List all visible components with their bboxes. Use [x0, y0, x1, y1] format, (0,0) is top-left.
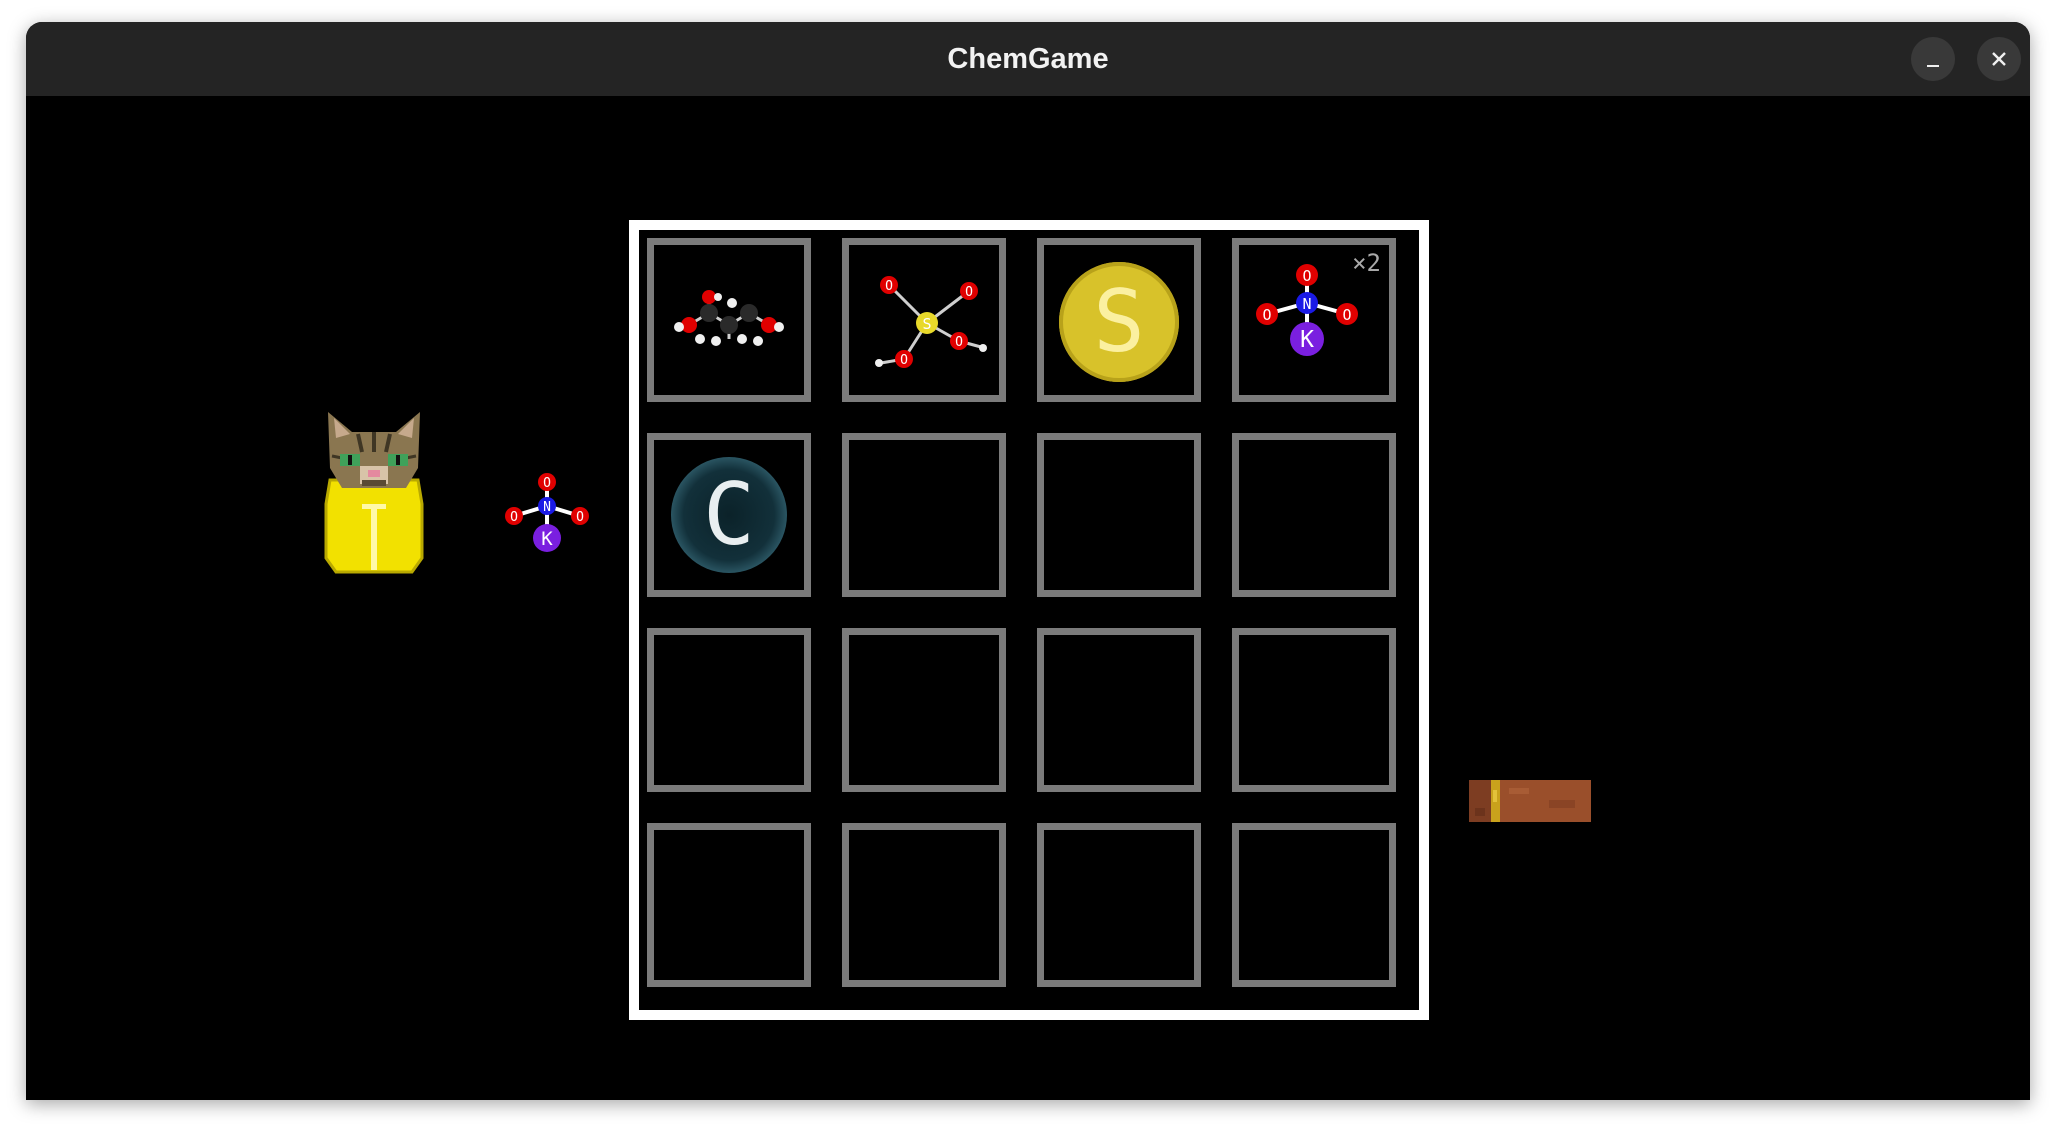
close-button[interactable] — [1977, 37, 2021, 81]
svg-text:O: O — [1262, 306, 1271, 324]
inventory-board: O O O O S S O O O N K ×2 C — [629, 220, 1429, 1020]
svg-text:O: O — [885, 279, 893, 294]
wooden-log-sprite[interactable] — [1469, 780, 1591, 822]
player-cat-sprite[interactable] — [322, 408, 426, 578]
inventory-slot-15[interactable] — [1037, 823, 1201, 987]
svg-text:N: N — [1302, 295, 1311, 313]
svg-text:O: O — [955, 335, 963, 350]
sulfuric-acid-molecule-icon: O O O O S — [875, 276, 987, 368]
game-canvas[interactable]: O O O N K O O O O S S O O O N K ×2 C — [26, 96, 2030, 1100]
inventory-slot-10[interactable] — [842, 628, 1006, 792]
inventory-slot-5[interactable]: C — [647, 433, 811, 597]
inventory-slot-14[interactable] — [842, 823, 1006, 987]
inventory-slot-11[interactable] — [1037, 628, 1201, 792]
svg-text:N: N — [543, 500, 551, 515]
inventory-slot-3[interactable]: S — [1037, 238, 1201, 402]
inventory-slot-7[interactable] — [1037, 433, 1201, 597]
carbon-icon: C — [671, 457, 787, 573]
svg-text:O: O — [965, 285, 973, 300]
inventory-slot-2[interactable]: O O O O S — [842, 238, 1006, 402]
inventory-slot-16[interactable] — [1232, 823, 1396, 987]
inventory-grid: O O O O S S O O O N K ×2 C — [639, 230, 1419, 1010]
inventory-slot-1[interactable] — [647, 238, 811, 402]
svg-text:O: O — [1342, 306, 1351, 324]
game-window: ChemGame O O O N K O O O O S S O O O N K… — [26, 22, 2030, 1100]
svg-text:O: O — [900, 353, 908, 368]
svg-text:K: K — [541, 528, 553, 550]
title-bar[interactable]: ChemGame — [26, 22, 2030, 96]
inventory-slot-6[interactable] — [842, 433, 1006, 597]
minimize-icon — [1927, 65, 1939, 67]
inventory-slot-13[interactable] — [647, 823, 811, 987]
inventory-slot-4[interactable]: O O O N K ×2 — [1232, 238, 1396, 402]
svg-text:S: S — [1093, 272, 1145, 372]
svg-text:S: S — [922, 315, 931, 333]
inventory-slot-9[interactable] — [647, 628, 811, 792]
window-title: ChemGame — [947, 43, 1109, 75]
svg-text:K: K — [1300, 327, 1314, 353]
inventory-slot-12[interactable] — [1232, 628, 1396, 792]
minimize-button[interactable] — [1911, 37, 1955, 81]
svg-text:O: O — [543, 476, 551, 491]
close-icon — [1992, 52, 2006, 66]
held-item-potassium-nitrate[interactable]: O O O N K — [502, 466, 592, 566]
svg-text:C: C — [703, 465, 755, 565]
item-count-badge: ×2 — [1352, 249, 1381, 277]
sulfur-icon: S — [1059, 262, 1179, 382]
inventory-slot-8[interactable] — [1232, 433, 1396, 597]
svg-text:O: O — [510, 510, 518, 525]
glycerol-molecule-icon — [674, 290, 784, 346]
svg-text:O: O — [576, 510, 584, 525]
svg-text:O: O — [1302, 267, 1311, 285]
